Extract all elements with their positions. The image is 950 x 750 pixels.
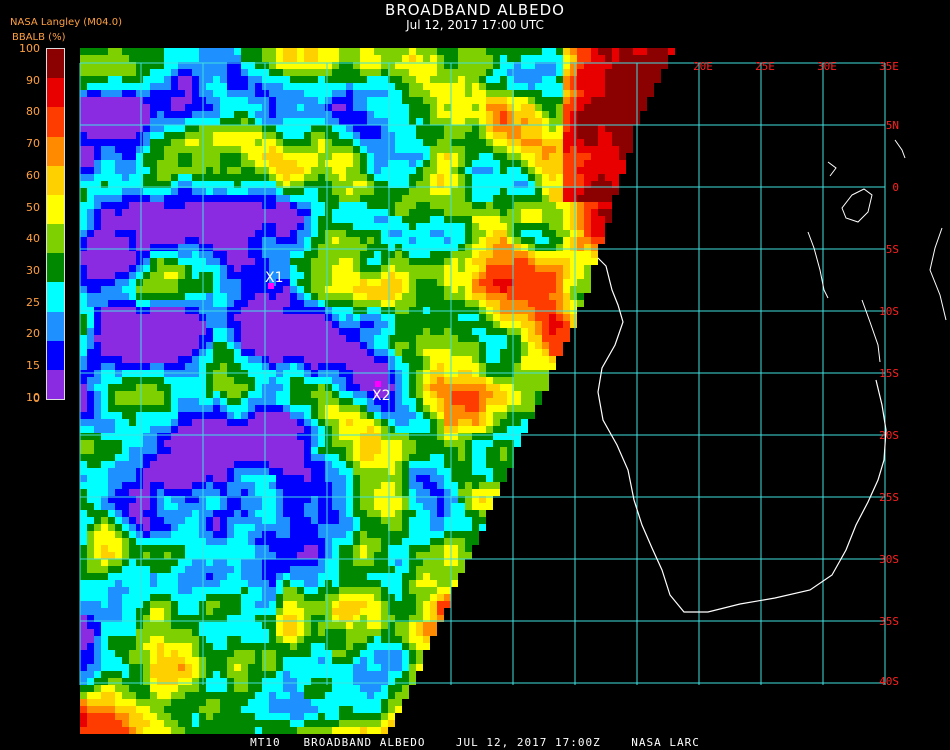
station-marker-label: X2 — [372, 388, 391, 404]
lake-victoria-outline — [841, 188, 873, 223]
latitude-label: 5S — [886, 243, 899, 256]
station-marker — [375, 381, 381, 387]
latitude-label: 20S — [879, 429, 899, 442]
footer-caption: MT10 BROADBAND ALBEDO JUL 12, 2017 17:00… — [250, 736, 700, 749]
longitude-label: 30E — [817, 60, 837, 73]
latitude-label: 0 — [892, 181, 899, 194]
latitude-label: 30S — [879, 553, 899, 566]
lake-outline — [894, 139, 906, 159]
latitude-label: 25S — [879, 491, 899, 504]
latitude-label: 15S — [879, 367, 899, 380]
latitude-label: 5N — [886, 119, 899, 132]
latitude-label: 10S — [879, 305, 899, 318]
longitude-label: 35E — [879, 60, 899, 73]
lake-tanganyika-outline — [807, 231, 829, 299]
latitude-label: 40S — [879, 675, 899, 688]
station-marker-label: X1 — [265, 270, 284, 286]
longitude-label: 25E — [755, 60, 775, 73]
east-coastline — [929, 227, 947, 321]
albedo-map: 20E 25E 30E 35E 5N 0 5S 10S 15S 20S 25S 30S 35S 40S X… — [79, 48, 947, 734]
longitude-label: 20E — [693, 60, 713, 73]
lake-outline — [827, 161, 837, 177]
latitude-label: 35S — [879, 615, 899, 628]
lake-malawi-outline — [861, 299, 881, 363]
